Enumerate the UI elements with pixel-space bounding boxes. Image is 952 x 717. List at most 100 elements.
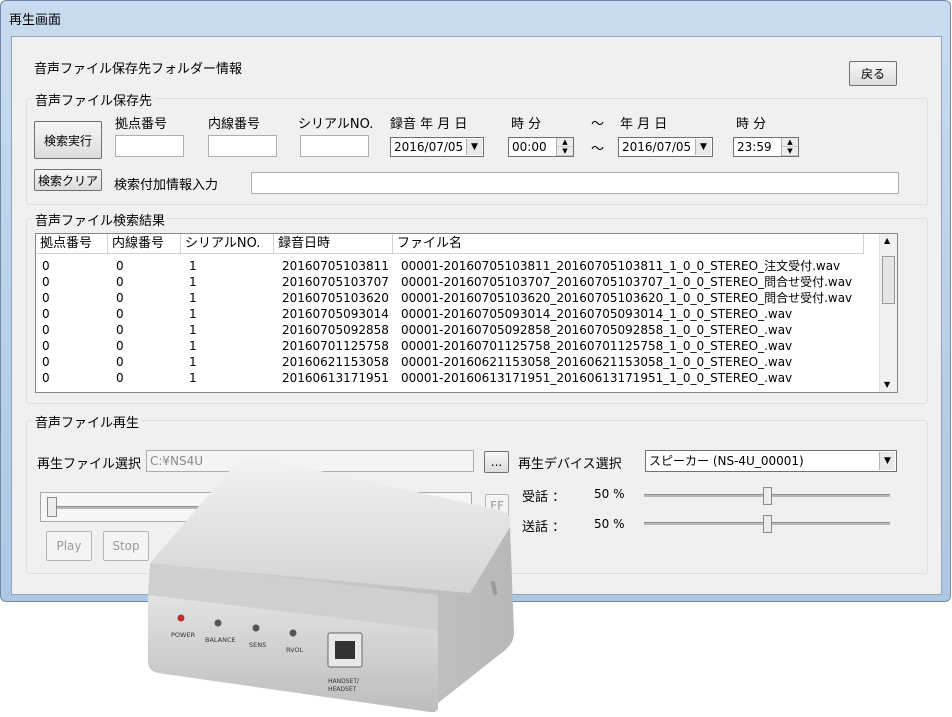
send-thumb[interactable] [763,515,772,533]
table-cell: 0 [42,371,50,385]
search-button[interactable]: 検索実行 [34,121,102,159]
table-row[interactable]: 0 0 1 20160705093014 00001-20160705093014_20… [36,306,864,322]
table-cell: 1 [189,339,197,353]
date-to-select[interactable]: 2016/07/05 ▼ [618,137,713,157]
device-label-balance: BALANCE [205,636,236,644]
time-from-value: 00:00 [512,140,547,154]
table-cell: 0 [42,355,50,369]
table-row[interactable]: 0 0 1 20160621153058 00001-20160621153058_20… [36,354,864,370]
table-row[interactable]: 0 0 1 20160705103620 00001-20160705103620_20… [36,290,864,306]
scroll-thumb[interactable] [882,256,895,304]
base-no-input[interactable] [115,135,184,157]
table-cell: 20160621153058 [282,355,389,369]
play-button[interactable]: Play [46,531,92,561]
receive-slider[interactable] [644,486,890,506]
window-title: 再生画面 [9,13,62,28]
table-cell: 0 [42,275,50,289]
spin-up-icon[interactable]: ▲ [782,138,798,147]
table-cell: 00001-20160705103811_20160705103811_1_0_… [401,259,841,273]
date-to-value: 2016/07/05 [622,140,692,154]
table-cell: 20160705093014 [282,307,389,321]
table-cell: 0 [42,323,50,337]
results-scrollbar[interactable]: ▲ ▼ [879,234,897,392]
col-filename[interactable]: ファイル名 [393,234,864,253]
send-label: 送話 ： [522,520,566,535]
balance-knob-icon [214,619,222,627]
time-from-label: 時 分 [511,117,542,132]
table-cell: 20160705103811 [282,259,389,273]
table-cell: 00001-20160705092858_20160705092858_1_0_… [401,323,793,337]
results-header: 拠点番号 内線番号 シリアルNO. 録音日時 ファイル名 [36,234,864,254]
table-cell: 0 [42,259,50,273]
table-cell: 20160613171951 [282,371,389,385]
device-label-handset: HANDSET/HEADSET [328,678,360,693]
extra-info-input[interactable] [251,172,899,194]
table-cell: 1 [189,259,197,273]
serial-input[interactable] [300,135,369,157]
col-rec-datetime[interactable]: 録音日時 [274,234,393,253]
rvol-knob-icon [289,629,297,637]
table-cell: 0 [116,323,124,337]
table-cell: 1 [189,275,197,289]
rec-date-label: 録音 年 月 日 [390,117,468,132]
seek-thumb[interactable] [47,497,57,517]
col-base-no[interactable]: 拠点番号 [36,234,108,253]
send-slider[interactable] [644,514,890,534]
date-from-value: 2016/07/05 [394,140,464,154]
table-cell: 1 [189,371,197,385]
device-select-label: 再生デバイス選択 [518,457,622,472]
table-cell: 1 [189,355,197,369]
table-cell: 1 [189,307,197,321]
results-list[interactable]: 拠点番号 内線番号 シリアルNO. 録音日時 ファイル名 0 0 1 20160705… [35,233,898,393]
table-cell: 20160705103707 [282,275,389,289]
chevron-down-icon: ▼ [879,452,895,470]
time-to-stepper[interactable]: 23:59 ▲ ▼ [733,137,799,157]
back-button[interactable]: 戻る [849,61,897,86]
folder-info-label: 音声ファイル保存先フォルダー情報 [34,62,243,77]
table-cell: 0 [116,307,124,321]
table-cell: 0 [42,307,50,321]
device-label-sens: SENS [249,641,266,649]
time-to-value: 23:59 [737,140,772,154]
search-group-label: 音声ファイル保存先 [33,90,155,109]
spin-buttons[interactable]: ▲ ▼ [556,138,573,156]
col-serial[interactable]: シリアルNO. [181,234,274,253]
device-select[interactable]: スピーカー (NS-4U_00001) ▼ [645,450,897,472]
table-cell: 1 [189,291,197,305]
table-cell: 0 [116,291,124,305]
date-to-label: 年 月 日 [620,117,668,132]
spin-up-icon[interactable]: ▲ [557,138,573,147]
scroll-up-icon[interactable]: ▲ [884,236,890,245]
tilde-label-top: ～ [591,117,605,132]
spin-buttons[interactable]: ▲ ▼ [781,138,798,156]
scroll-down-icon[interactable]: ▼ [884,380,890,389]
spin-down-icon[interactable]: ▼ [782,147,798,156]
ext-no-input[interactable] [208,135,277,157]
device-label-rvol: RVOL [286,646,304,654]
clear-button[interactable]: 検索クリア [34,169,102,191]
table-cell: 20160705103620 [282,291,389,305]
chevron-down-icon: ▼ [466,139,482,155]
table-cell: 0 [116,275,124,289]
time-from-stepper[interactable]: 00:00 ▲ ▼ [508,137,574,157]
table-cell: 0 [116,355,124,369]
device-label-power: POWER [171,631,196,639]
table-cell: 0 [42,339,50,353]
table-row[interactable]: 0 0 1 20160705103811 00001-20160705103811_20… [36,258,864,274]
table-row[interactable]: 0 0 1 20160705103707 00001-20160705103707_20… [36,274,864,290]
date-from-select[interactable]: 2016/07/05 ▼ [390,137,484,157]
spin-down-icon[interactable]: ▼ [557,147,573,156]
table-cell: 00001-20160613171951_20160613171951_1_0_… [401,371,793,385]
table-row[interactable]: 0 0 1 20160701125758 00001-20160701125758_20… [36,338,864,354]
col-ext-no[interactable]: 内線番号 [108,234,181,253]
table-cell: 0 [116,371,124,385]
table-cell: 00001-20160701125758_20160701125758_1_0_… [401,339,793,353]
file-select-label: 再生ファイル選択 [37,457,142,472]
table-row[interactable]: 0 0 1 20160705092858 00001-20160705092858_20… [36,322,864,338]
playback-group-label: 音声ファイル再生 [33,412,142,431]
device-photo: POWER BALANCE SENS RVOL HANDSET/HEADSET [148,457,514,713]
table-cell: 00001-20160705093014_20160705093014_1_0_… [401,307,793,321]
tilde-label: ～ [591,142,605,157]
receive-thumb[interactable] [763,487,772,505]
table-row[interactable]: 0 0 1 20160613171951 00001-20160613171951_20… [36,370,864,386]
